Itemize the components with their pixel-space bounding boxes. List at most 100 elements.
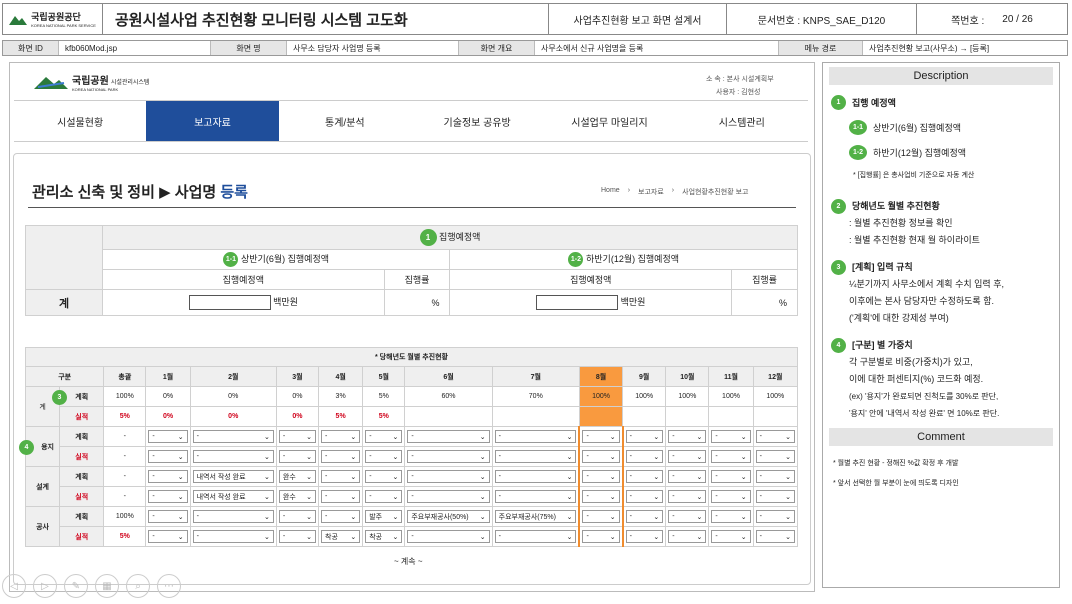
nav-reports[interactable]: 보고자료	[146, 101, 279, 141]
nav-facility[interactable]: 시설물현황	[14, 101, 146, 141]
work-actual-m12-cell: - ⌄	[752, 526, 799, 547]
land-plan-m11-select[interactable]: - ⌄	[711, 430, 751, 443]
design-plan-m9-select[interactable]: - ⌄	[625, 470, 664, 483]
work-plan-m3-select[interactable]: - ⌄	[278, 510, 317, 523]
land-actual-m10-select[interactable]: - ⌄	[668, 450, 707, 463]
work-actual-m9-select[interactable]: - ⌄	[625, 530, 664, 543]
work-plan-m2-select[interactable]: - ⌄	[192, 510, 274, 523]
land-plan-m11-value: -	[715, 433, 718, 440]
work-actual-m8-select[interactable]: - ⌄	[582, 530, 620, 543]
design-actual-m12-select[interactable]: - ⌄	[755, 490, 795, 503]
nav-stats[interactable]: 통계/분석	[279, 101, 411, 141]
land-plan-m9-select[interactable]: - ⌄	[625, 430, 664, 443]
grid-icon[interactable]: ▦	[95, 574, 119, 598]
design-plan-m2-select[interactable]: 내역서 작성 완료 ⌄	[192, 470, 274, 483]
work-actual-m4-select[interactable]: 착공 ⌄	[321, 530, 361, 543]
more-icon[interactable]: ⋯	[157, 574, 181, 598]
land-plan-m1-select[interactable]: - ⌄	[148, 430, 188, 443]
work-actual-m3-select[interactable]: - ⌄	[278, 530, 317, 543]
chevron-down-icon: ⌄	[479, 533, 486, 541]
work-actual-m6-select[interactable]: - ⌄	[407, 530, 490, 543]
work-plan-m10-select[interactable]: - ⌄	[668, 510, 707, 523]
mountain-logo-icon	[9, 16, 28, 25]
work-actual-m12-select[interactable]: - ⌄	[755, 530, 795, 543]
design-actual-m3-select[interactable]: 완수 ⌄	[278, 490, 317, 503]
design-plan-label: 계획	[59, 466, 105, 487]
land-actual-m6-select[interactable]: - ⌄	[407, 450, 490, 463]
work-plan-m11-select[interactable]: - ⌄	[711, 510, 751, 523]
work-actual-m1-select[interactable]: - ⌄	[148, 530, 188, 543]
land-actual-m8-select[interactable]: - ⌄	[582, 450, 620, 463]
work-actual-m3-cell: - ⌄	[275, 526, 320, 547]
work-plan-m7-select[interactable]: 주요부재공사(75%) ⌄	[494, 510, 577, 523]
land-actual-m12-select[interactable]: - ⌄	[755, 450, 795, 463]
nav-tech-share[interactable]: 기술정보 공유방	[411, 101, 543, 141]
land-plan-m3-select[interactable]: - ⌄	[278, 430, 317, 443]
work-plan-m9-select[interactable]: - ⌄	[625, 510, 664, 523]
design-plan-m1-select[interactable]: - ⌄	[148, 470, 188, 483]
work-actual-m2-select[interactable]: - ⌄	[192, 530, 274, 543]
design-plan-m6-select[interactable]: - ⌄	[407, 470, 490, 483]
work-plan-m8-select[interactable]: - ⌄	[582, 510, 620, 523]
h1-amount-input[interactable]	[188, 295, 271, 311]
land-actual-m11-select[interactable]: - ⌄	[711, 450, 751, 463]
h2-amount-input[interactable]	[536, 295, 619, 311]
zoom-icon[interactable]: ⌕	[126, 574, 150, 598]
design-actual-m10-select[interactable]: - ⌄	[668, 490, 707, 503]
land-plan-m4-select[interactable]: - ⌄	[321, 430, 361, 443]
design-plan-m3-select[interactable]: 완수 ⌄	[278, 470, 317, 483]
land-plan-m12-select[interactable]: - ⌄	[755, 430, 795, 443]
design-actual-m4-select[interactable]: - ⌄	[321, 490, 361, 503]
work-actual-m7-select[interactable]: - ⌄	[494, 530, 577, 543]
nav-mileage[interactable]: 시설업무 마일리지	[543, 101, 675, 141]
land-plan-m10-select[interactable]: - ⌄	[668, 430, 707, 443]
work-actual-m10-select[interactable]: - ⌄	[668, 530, 707, 543]
work-plan-m7-value: 주요부재공사(75%)	[498, 513, 556, 521]
land-actual-m5-select[interactable]: - ⌄	[365, 450, 403, 463]
design-plan-m4-select[interactable]: - ⌄	[321, 470, 361, 483]
next-icon[interactable]: ▷	[33, 574, 57, 598]
design-plan-m12-select[interactable]: - ⌄	[755, 470, 795, 483]
col-header-1: 총괄	[103, 366, 147, 387]
nav-system[interactable]: 시스템관리	[676, 101, 808, 141]
design-plan-m5-select[interactable]: - ⌄	[365, 470, 403, 483]
design-actual-m6-select[interactable]: - ⌄	[407, 490, 490, 503]
land-plan-m2-select[interactable]: - ⌄	[192, 430, 274, 443]
land-actual-m7-select[interactable]: - ⌄	[494, 450, 577, 463]
land-actual-m9-select[interactable]: - ⌄	[625, 450, 664, 463]
work-plan-m5-select[interactable]: 발주 ⌄	[365, 510, 403, 523]
work-actual-m11-select[interactable]: - ⌄	[711, 530, 751, 543]
land-plan-m8-select[interactable]: - ⌄	[582, 430, 620, 443]
land-actual-m2-select[interactable]: - ⌄	[192, 450, 274, 463]
comment-1: * 월별 추진 현황 - 정해진 %값 확정 후 개발	[833, 460, 959, 467]
work-actual-m5-select[interactable]: 착공 ⌄	[365, 530, 403, 543]
land-plan-m6-select[interactable]: - ⌄	[407, 430, 490, 443]
design-actual-m1-select[interactable]: - ⌄	[148, 490, 188, 503]
work-plan-m1-select[interactable]: - ⌄	[148, 510, 188, 523]
prev-icon[interactable]: ◁	[2, 574, 26, 598]
land-plan-m7-select[interactable]: - ⌄	[494, 430, 577, 443]
work-plan-m12-select[interactable]: - ⌄	[755, 510, 795, 523]
design-actual-m7-select[interactable]: - ⌄	[494, 490, 577, 503]
design-plan-m7-select[interactable]: - ⌄	[494, 470, 577, 483]
app-logo[interactable]: 국립공원 시설관리시스템 KOREA NATIONAL PARK	[34, 72, 149, 92]
work-plan-m4-select[interactable]: - ⌄	[321, 510, 361, 523]
design-actual-m5-select[interactable]: - ⌄	[365, 490, 403, 503]
work-label: 공사	[24, 506, 61, 547]
design-plan-m11-select[interactable]: - ⌄	[711, 470, 751, 483]
breadcrumb-home[interactable]: Home	[601, 187, 620, 197]
design-plan-m8-select[interactable]: - ⌄	[582, 470, 620, 483]
work-plan-m6-select[interactable]: 주요부재공사(50%) ⌄	[407, 510, 490, 523]
land-plan-m5-select[interactable]: - ⌄	[365, 430, 403, 443]
design-actual-m2-select[interactable]: 내역서 작성 완료 ⌄	[192, 490, 274, 503]
breadcrumb-reports[interactable]: 보고자료	[638, 187, 664, 197]
land-actual-m1-select[interactable]: - ⌄	[148, 450, 188, 463]
pen-icon[interactable]: ✎	[64, 574, 88, 598]
design-actual-m9-select[interactable]: - ⌄	[625, 490, 664, 503]
design-plan-m10-select[interactable]: - ⌄	[668, 470, 707, 483]
breadcrumb-current[interactable]: 사업현황추진현황 보고	[682, 187, 748, 197]
land-actual-m4-select[interactable]: - ⌄	[321, 450, 361, 463]
design-actual-m8-select[interactable]: - ⌄	[582, 490, 620, 503]
land-actual-m3-select[interactable]: - ⌄	[278, 450, 317, 463]
design-actual-m11-select[interactable]: - ⌄	[711, 490, 751, 503]
